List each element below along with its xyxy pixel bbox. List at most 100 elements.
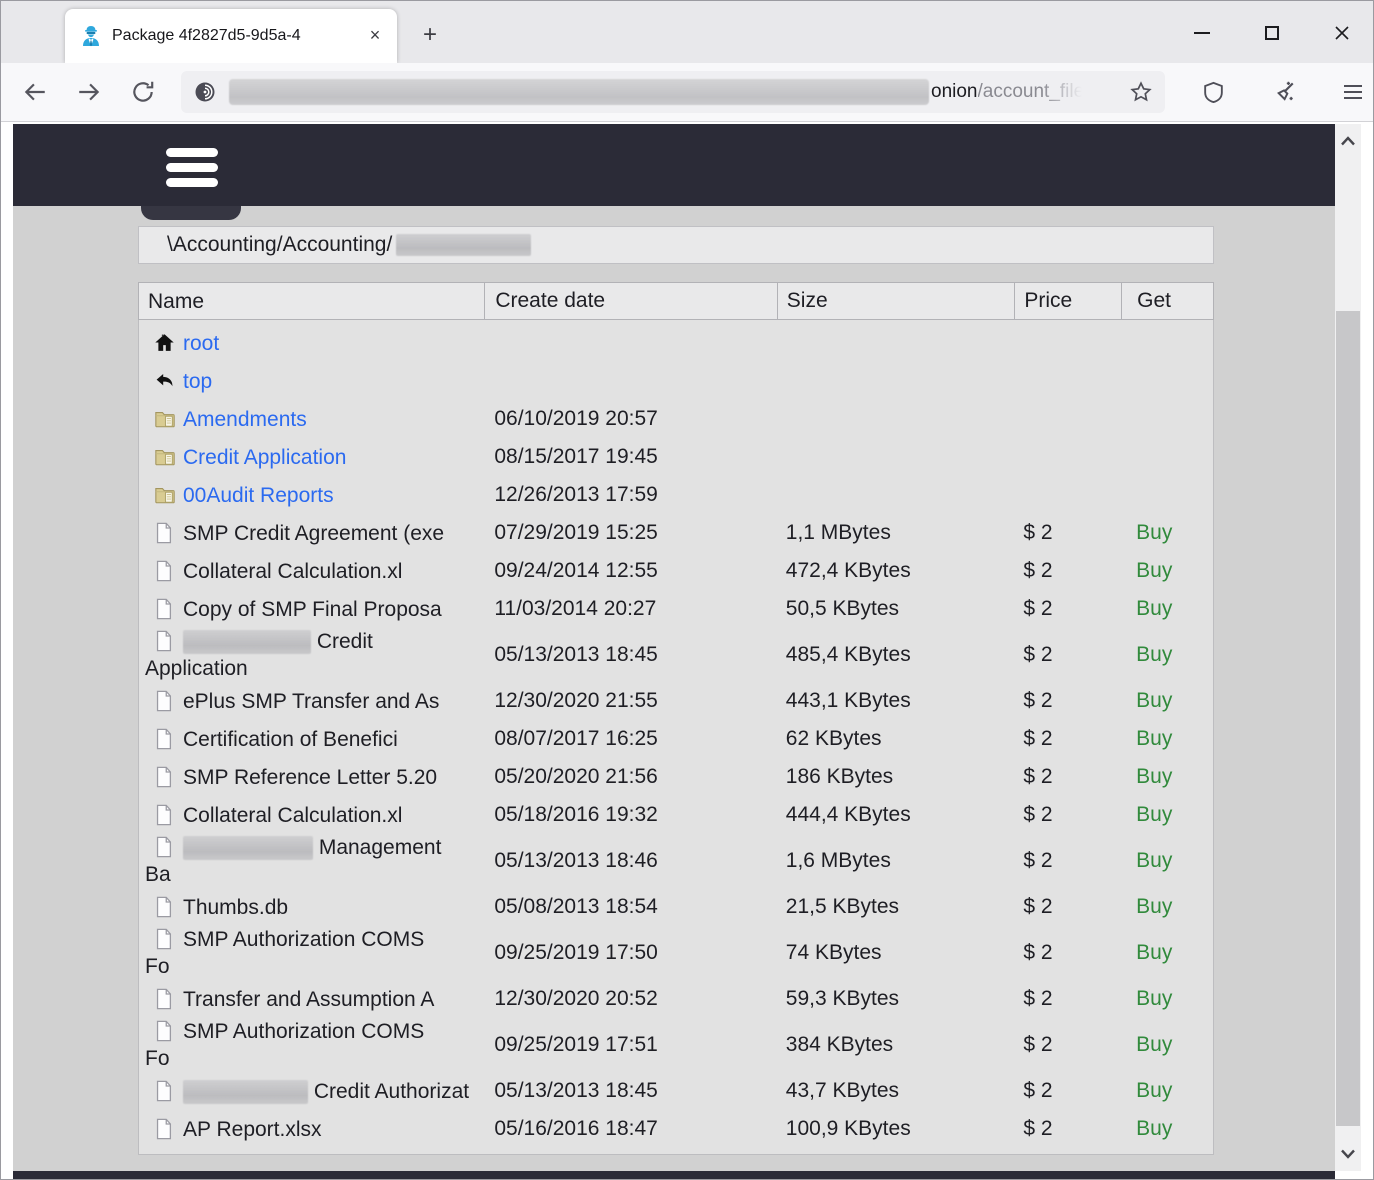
reload-icon <box>130 79 156 105</box>
tab-close-icon[interactable]: × <box>363 24 387 48</box>
buy-link[interactable]: Buy <box>1136 689 1172 712</box>
file-size: 74 KBytes <box>777 941 1015 965</box>
price: $ 2 <box>1014 689 1121 713</box>
url-bar[interactable]: onion/account_file <box>181 71 1165 113</box>
column-header-price[interactable]: Price <box>1014 283 1121 319</box>
onion-site-page: \Accounting/Accounting/ NameCreate dateS… <box>13 124 1335 1179</box>
create-date: 05/13/2013 18:45 <box>484 643 776 667</box>
maximize-button[interactable] <box>1249 13 1295 53</box>
minimize-button[interactable] <box>1179 13 1225 53</box>
column-header-name[interactable]: Name <box>139 283 484 319</box>
new-identity-button[interactable] <box>1263 72 1303 112</box>
folder-link[interactable]: Amendments <box>183 408 307 431</box>
buy-link[interactable]: Buy <box>1136 765 1172 788</box>
table-row: root <box>139 324 1213 362</box>
folder-icon <box>154 408 175 429</box>
table-row: Credit Application05/13/2013 18:45485,4 … <box>139 628 1213 682</box>
folder-link[interactable]: 00Audit Reports <box>183 484 334 507</box>
file-name: Collateral Calculation.xl <box>183 804 402 827</box>
file-icon <box>154 630 175 651</box>
create-date: 05/08/2013 18:54 <box>484 895 776 919</box>
file-icon <box>154 1020 175 1041</box>
nav-link[interactable]: top <box>183 370 212 393</box>
vertical-scrollbar[interactable] <box>1335 124 1361 1171</box>
buy-link[interactable]: Buy <box>1136 987 1172 1010</box>
table-row: Collateral Calculation.xl05/18/2016 19:3… <box>139 796 1213 834</box>
get-cell: Buy <box>1121 849 1213 873</box>
file-icon <box>154 988 175 1009</box>
buy-link[interactable]: Buy <box>1136 895 1172 918</box>
price: $ 2 <box>1014 521 1121 545</box>
price: $ 2 <box>1014 987 1121 1011</box>
buy-link[interactable]: Buy <box>1136 1033 1172 1056</box>
price: $ 2 <box>1014 803 1121 827</box>
get-cell: Buy <box>1121 559 1213 583</box>
table-row: Thumbs.db05/08/2013 18:5421,5 KBytes$ 2B… <box>139 888 1213 926</box>
buy-link[interactable]: Buy <box>1136 941 1172 964</box>
price: $ 2 <box>1014 1117 1121 1141</box>
buy-link[interactable]: Buy <box>1136 849 1172 872</box>
back-icon <box>22 79 48 105</box>
file-size: 444,4 KBytes <box>777 803 1015 827</box>
app-menu-button[interactable] <box>1333 72 1373 112</box>
create-date: 07/29/2019 15:25 <box>484 521 776 545</box>
file-size: 62 KBytes <box>777 727 1015 751</box>
close-button[interactable] <box>1319 13 1365 53</box>
folder-icon <box>154 446 175 467</box>
back-button[interactable] <box>15 72 55 112</box>
buy-link[interactable]: Buy <box>1136 643 1172 666</box>
file-name: ManagementBa <box>145 836 441 886</box>
scroll-up-button[interactable] <box>1335 128 1361 154</box>
column-header-size[interactable]: Size <box>777 283 1015 319</box>
folder-link[interactable]: Credit Application <box>183 446 346 469</box>
forward-button[interactable] <box>69 72 109 112</box>
shield-button[interactable] <box>1193 72 1233 112</box>
file-size: 100,9 KBytes <box>777 1117 1015 1141</box>
table-row: Amendments 06/10/2019 20:57 <box>139 400 1213 438</box>
onion-circuit-icon <box>193 80 217 104</box>
file-size: 59,3 KBytes <box>777 987 1015 1011</box>
file-name: ePlus SMP Transfer and As <box>183 690 439 713</box>
hamburger-menu-icon[interactable] <box>166 148 218 187</box>
buy-link[interactable]: Buy <box>1136 803 1172 826</box>
file-name: Credit Authorizat <box>183 1080 469 1103</box>
scrollbar-thumb[interactable] <box>1336 311 1360 1126</box>
create-date: 08/15/2017 19:45 <box>484 445 776 469</box>
buy-link[interactable]: Buy <box>1136 521 1172 544</box>
column-header-get[interactable]: Get <box>1121 283 1213 319</box>
navigation-toolbar: onion/account_file <box>1 63 1373 122</box>
table-row: SMP Authorization COMSFo09/25/2019 17:50… <box>139 926 1213 980</box>
page-viewport: \Accounting/Accounting/ NameCreate dateS… <box>1 122 1373 1179</box>
nav-link[interactable]: root <box>183 332 219 355</box>
buy-link[interactable]: Buy <box>1136 727 1172 750</box>
bookmark-star-button[interactable] <box>1129 80 1153 104</box>
file-size: 1,6 MBytes <box>777 849 1015 873</box>
file-icon <box>154 766 175 787</box>
table-row: Credit Application 08/15/2017 19:45 <box>139 438 1213 476</box>
file-size: 1,1 MBytes <box>777 521 1015 545</box>
file-icon <box>154 928 175 949</box>
buy-link[interactable]: Buy <box>1136 1079 1172 1102</box>
price: $ 2 <box>1014 849 1121 873</box>
table-row: Certification of Benefici08/07/2017 16:2… <box>139 720 1213 758</box>
url-text: onion/account_file <box>931 81 1084 103</box>
file-name: Thumbs.db <box>183 896 288 919</box>
buy-link[interactable]: Buy <box>1136 597 1172 620</box>
reload-button[interactable] <box>123 72 163 112</box>
table-row: 00Audit Reports12/26/2013 17:59 <box>139 476 1213 514</box>
price: $ 2 <box>1014 895 1121 919</box>
buy-link[interactable]: Buy <box>1136 559 1172 582</box>
get-cell: Buy <box>1121 1033 1213 1057</box>
maximize-icon <box>1265 26 1279 40</box>
get-cell: Buy <box>1121 689 1213 713</box>
table-row: top <box>139 362 1213 400</box>
new-tab-button[interactable]: + <box>413 19 447 53</box>
price: $ 2 <box>1014 643 1121 667</box>
get-cell: Buy <box>1121 1079 1213 1103</box>
file-name: SMP Authorization COMSFo <box>145 1020 424 1070</box>
buy-link[interactable]: Buy <box>1136 1117 1172 1140</box>
create-date: 06/10/2019 20:57 <box>484 407 776 431</box>
scroll-down-button[interactable] <box>1335 1141 1361 1167</box>
browser-tab[interactable]: Package 4f2827d5-9d5a-4 × <box>65 9 397 63</box>
column-header-create-date[interactable]: Create date <box>484 283 776 319</box>
